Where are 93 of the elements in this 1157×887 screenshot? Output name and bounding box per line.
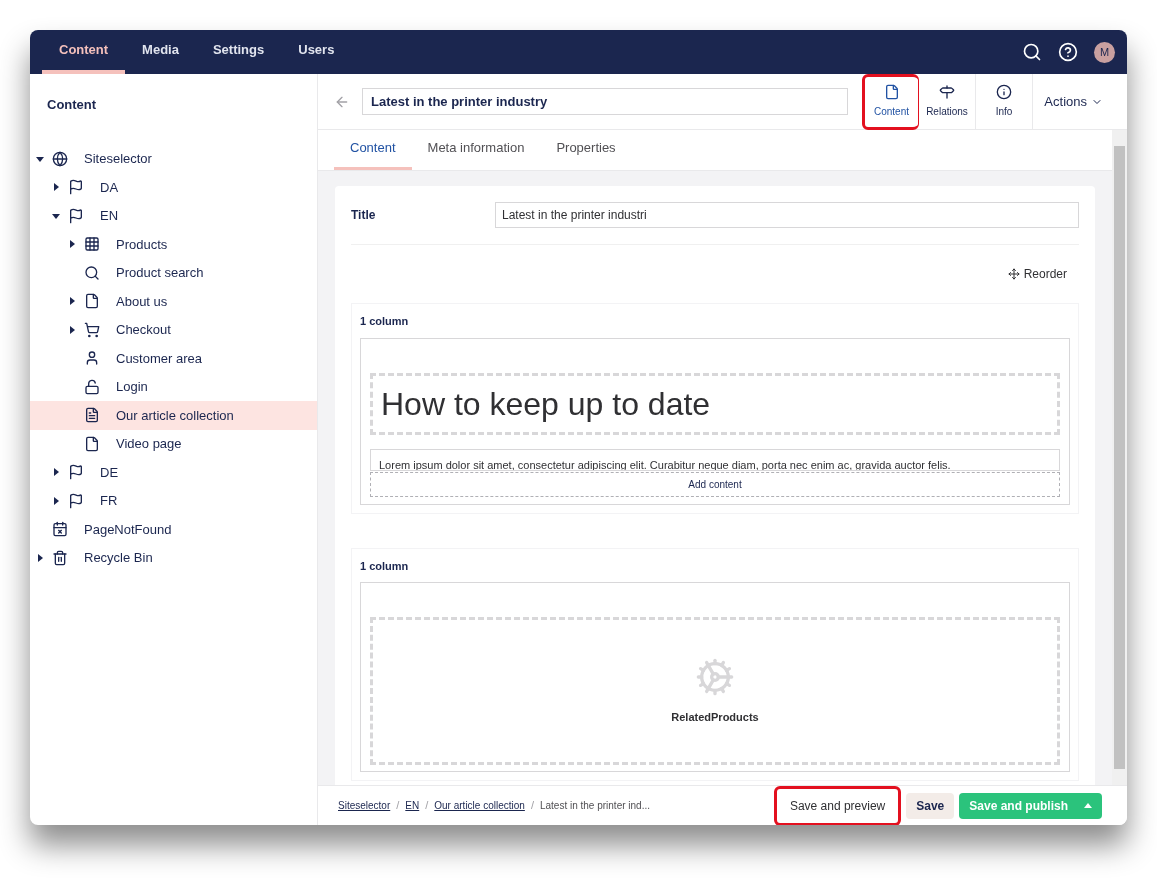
tree-item[interactable]: Checkout <box>30 315 317 344</box>
page-name-field[interactable]: Latest in the printer industry <box>362 88 848 115</box>
breadcrumb-link[interactable]: EN <box>405 798 420 813</box>
tree-item-label: Checkout <box>116 321 171 339</box>
tree-item[interactable]: Products <box>30 230 317 259</box>
app-name: RelatedProducts <box>671 709 759 725</box>
globe-icon <box>52 150 68 167</box>
caret-icon[interactable] <box>68 240 76 249</box>
row-label: 1 column <box>360 558 410 574</box>
flag-icon <box>68 464 84 481</box>
caret-icon[interactable] <box>68 325 76 334</box>
view-button[interactable]: Info <box>976 73 1033 130</box>
tree-item[interactable]: Product search <box>30 258 317 287</box>
tree-item-label: About us <box>116 292 168 311</box>
caret-icon[interactable] <box>68 297 76 306</box>
tree-item-label: Video page <box>116 435 182 453</box>
breadcrumb-separator: / <box>530 798 534 814</box>
title-field[interactable]: Latest in the printer industri <box>495 202 1079 228</box>
avatar[interactable]: M <box>1094 41 1115 63</box>
tree-item[interactable]: EN <box>30 201 317 230</box>
view-button[interactable]: Relations <box>919 73 976 130</box>
gears-icon <box>695 656 735 697</box>
tree-item[interactable]: PageNotFound <box>30 515 317 544</box>
nav-tab[interactable]: Content <box>42 30 126 74</box>
field-label: Title <box>351 207 377 224</box>
user-icon <box>84 350 100 367</box>
nav-tab[interactable]: Users <box>281 30 352 74</box>
flag-icon <box>68 492 84 509</box>
tree-item[interactable]: Customer area <box>30 344 317 373</box>
tree-item[interactable]: Video page <box>30 429 317 458</box>
signpost-icon <box>939 84 955 100</box>
tree-item-label: Siteselector <box>84 150 152 168</box>
trash-icon <box>52 549 68 566</box>
tree-item[interactable]: FR <box>30 486 317 515</box>
tree-item[interactable]: DA <box>30 173 317 202</box>
tree-item-label: Products <box>116 235 168 254</box>
editor-tab[interactable]: Meta information <box>411 137 541 170</box>
caret-icon[interactable] <box>52 496 60 505</box>
tree-item-label: PageNotFound <box>84 520 172 539</box>
tree-item-label: Customer area <box>116 349 202 368</box>
heading-block[interactable]: How to keep up to date <box>370 372 1060 435</box>
tree-item[interactable]: DE <box>30 458 317 487</box>
add-content-button[interactable]: Add content <box>370 471 1060 497</box>
breadcrumb-link[interactable]: Siteselector <box>338 798 391 813</box>
breadcrumb-separator: / <box>425 798 429 814</box>
caret-icon[interactable] <box>52 211 60 220</box>
nav-tab[interactable]: Settings <box>195 30 282 74</box>
tree-item-label: Our article collection <box>116 406 234 425</box>
tree-item[interactable]: About us <box>30 287 317 316</box>
tree-item-label: EN <box>100 207 119 225</box>
tree-item-label: DE <box>100 463 119 482</box>
footer-button[interactable]: Save and preview <box>773 785 902 825</box>
grid-icon <box>84 236 100 253</box>
caret-icon[interactable] <box>36 154 44 163</box>
caret-icon[interactable] <box>52 468 60 477</box>
actions-menu[interactable]: Actions <box>1044 91 1103 112</box>
tree-item[interactable]: Login <box>30 372 317 401</box>
tree-item[interactable]: Siteselector <box>30 144 317 173</box>
breadcrumb-separator: / <box>396 798 400 814</box>
window-x-icon <box>52 521 68 538</box>
editor-tab[interactable]: Properties <box>540 137 632 170</box>
caret-icon <box>1084 803 1092 808</box>
document-icon <box>84 407 100 424</box>
move-icon <box>1007 268 1020 280</box>
tree-item[interactable]: Recycle Bin <box>30 543 317 572</box>
caret-icon[interactable] <box>36 553 44 562</box>
editor-tab[interactable]: Content <box>334 137 412 170</box>
tree-item-label: DA <box>100 178 119 197</box>
search-icon[interactable] <box>1022 42 1042 62</box>
tree-item-label: FR <box>100 492 118 510</box>
page-icon <box>84 293 100 310</box>
footer-button[interactable]: Save <box>906 792 955 819</box>
tree-item[interactable]: Our article collection <box>30 401 317 430</box>
breadcrumb-current: Latest in the printer ind... <box>539 799 650 813</box>
tree-item-label: Login <box>116 378 148 396</box>
sidebar-title: Content <box>46 96 98 114</box>
caret-icon[interactable] <box>52 183 60 192</box>
page-icon <box>883 84 900 100</box>
unlocked-padlock-icon <box>84 378 100 395</box>
search-icon <box>84 264 100 281</box>
app-block[interactable]: RelatedProducts <box>370 617 1060 765</box>
nav-tab[interactable]: Media <box>125 30 196 74</box>
breadcrumb-link[interactable]: Our article collection <box>434 798 525 813</box>
reorder-button[interactable]: Reorder <box>1007 265 1067 283</box>
info-icon <box>996 84 1012 100</box>
row-label: 1 column <box>360 314 410 329</box>
tree-item-label: Product search <box>116 264 204 282</box>
tree-item-label: Recycle Bin <box>84 549 153 567</box>
cart-icon <box>84 321 100 338</box>
page-icon <box>84 435 100 452</box>
flag-icon <box>68 207 84 224</box>
help-icon[interactable] <box>1058 42 1078 62</box>
flag-icon <box>68 179 84 196</box>
